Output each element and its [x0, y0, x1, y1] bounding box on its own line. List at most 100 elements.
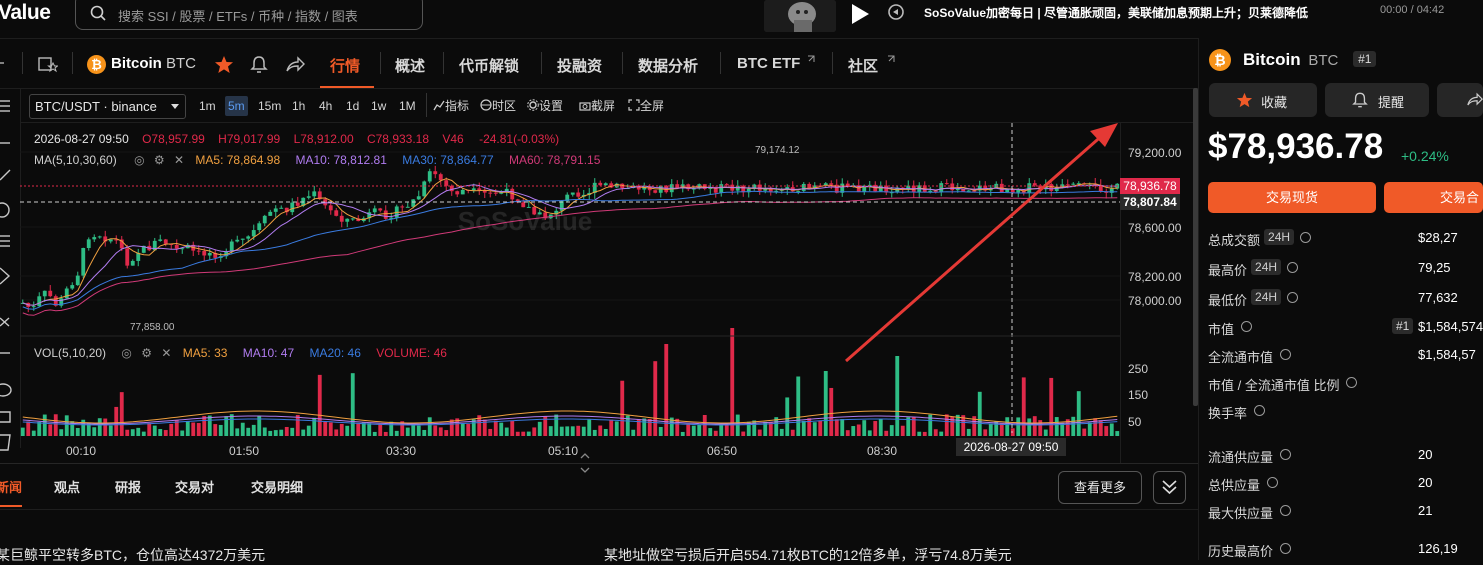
interval-5m[interactable]: 5m — [225, 96, 248, 116]
tab-trades[interactable]: 交易明细 — [251, 477, 303, 496]
news-item[interactable]: 某地址做空亏损后开启554.71枚BTC的12倍多单，浮亏74.8万美元 — [604, 545, 1012, 565]
stat-meta: 24H — [1248, 259, 1299, 275]
info-icon[interactable] — [1254, 405, 1266, 417]
indicator-button[interactable]: 指标 — [430, 96, 472, 116]
news-item[interactable]: 某巨鲸平空转多BTC，仓位高达4372万美元 — [0, 545, 265, 565]
volume-bar — [334, 429, 339, 436]
info-icon[interactable] — [1287, 262, 1299, 274]
expand-button[interactable] — [1153, 471, 1186, 504]
alert-button[interactable]: 提醒 — [1325, 83, 1429, 117]
bell-icon[interactable] — [250, 55, 268, 74]
search-input[interactable]: 搜索 SSI / 股票 / ETFs / 币种 / 指数 / 图表 — [75, 0, 423, 30]
trade-spot-button[interactable]: 交易现货 — [1208, 182, 1376, 213]
stat-meta — [1235, 318, 1253, 333]
interval-15m[interactable]: 15m — [255, 96, 284, 116]
info-icon[interactable] — [1280, 349, 1292, 361]
volume-bar — [999, 423, 1004, 436]
share-button[interactable] — [1437, 83, 1483, 117]
interval-1m[interactable]: 1m — [196, 96, 219, 116]
volume-bar — [136, 427, 141, 436]
volume-bar — [609, 419, 614, 436]
price-chart[interactable]: SoSoValue 79,174.12 77,858.00 — [20, 123, 1120, 463]
gear-icon[interactable]: ⚙ — [141, 346, 152, 360]
eye-icon[interactable]: ◎ — [121, 346, 131, 360]
volume-bar — [31, 430, 36, 436]
drawing-tools-icons[interactable] — [0, 88, 20, 458]
podcast-thumbnail[interactable] — [764, 0, 836, 32]
candle-body — [455, 191, 460, 195]
info-icon[interactable] — [1280, 505, 1292, 517]
play-icon[interactable] — [849, 2, 871, 26]
fullscreen-button[interactable]: 全屏 — [625, 96, 667, 116]
screenshot-button[interactable]: 截屏 — [576, 96, 618, 116]
info-icon[interactable] — [1241, 321, 1253, 333]
tab-token-unlock[interactable]: 代币解锁 — [459, 55, 519, 76]
volume-bar — [185, 421, 190, 436]
info-icon[interactable] — [1300, 232, 1312, 244]
price-axis[interactable] — [1120, 123, 1193, 463]
pair-selector[interactable]: BTC/USDT · binance — [29, 94, 186, 119]
info-icon[interactable] — [1346, 377, 1358, 389]
volume-bar — [631, 429, 636, 436]
tab-news[interactable]: 新闻 — [0, 477, 22, 496]
tab-btc-etf[interactable]: BTC ETF — [737, 55, 800, 72]
volume-bar — [471, 419, 476, 436]
volume-bar — [356, 423, 361, 436]
period-badge[interactable]: 24H — [1251, 259, 1282, 275]
stat-value: $28,27 — [1418, 230, 1458, 245]
replay-icon[interactable] — [887, 3, 905, 21]
tab-overview[interactable]: 概述 — [395, 55, 425, 76]
info-icon[interactable] — [1287, 292, 1299, 304]
interval-1h[interactable]: 1h — [289, 96, 308, 116]
camera-icon — [579, 102, 591, 111]
close-icon[interactable]: ✕ — [161, 346, 171, 360]
volume-bar — [306, 425, 311, 436]
tab-community[interactable]: 社区 — [848, 55, 878, 76]
volume-bar — [405, 427, 410, 436]
tab-pairs[interactable]: 交易对 — [175, 477, 214, 496]
candle-body — [345, 218, 350, 222]
interval-1M[interactable]: 1M — [396, 96, 419, 116]
close-icon[interactable]: ✕ — [174, 153, 184, 167]
external-link-icon — [808, 55, 815, 62]
info-icon[interactable] — [1280, 449, 1292, 461]
menu-dash-icon[interactable] — [0, 58, 8, 68]
podcast-ticker[interactable]: SoSoValue加密每日 | 尽管通胀顽固，美联储加息预期上升；贝莱德降低 — [924, 4, 1339, 21]
favorite-button[interactable]: 收藏 — [1209, 83, 1317, 117]
stat-label: 历史最高价 — [1208, 544, 1274, 559]
time-tick: 03:30 — [386, 444, 417, 458]
tab-opinions[interactable]: 观点 — [54, 477, 80, 496]
star-icon[interactable] — [214, 55, 234, 74]
period-badge[interactable]: 24H — [1251, 289, 1282, 305]
interval-4h[interactable]: 4h — [316, 96, 335, 116]
info-icon[interactable] — [1267, 477, 1279, 489]
volume-bar — [301, 429, 306, 436]
volume-bar — [658, 426, 663, 436]
tab-data-analysis[interactable]: 数据分析 — [638, 55, 698, 76]
timezone-button[interactable]: 时区 — [477, 96, 519, 116]
volume-bar — [26, 421, 31, 436]
eye-icon[interactable]: ◎ — [134, 153, 144, 167]
site-logo[interactable]: Value — [0, 1, 51, 25]
view-more-button[interactable]: 查看更多 — [1058, 471, 1142, 504]
volume-bar — [114, 406, 119, 436]
ma-legend: MA(5,10,30,60) ◎ ⚙ ✕ MA5: 78,864.98 MA10… — [34, 153, 600, 167]
candle-body — [460, 189, 465, 195]
volume-bar — [499, 422, 504, 436]
volume-bar — [724, 424, 729, 436]
tab-research[interactable]: 研报 — [115, 477, 141, 496]
gear-icon[interactable]: ⚙ — [154, 153, 165, 167]
interval-1w[interactable]: 1w — [368, 96, 389, 116]
watchlist-add-icon[interactable] — [38, 55, 58, 73]
period-badge[interactable]: 24H — [1264, 229, 1295, 245]
stat-label: 换手率 — [1208, 406, 1248, 421]
trade-contract-button[interactable]: 交易合 — [1384, 182, 1483, 213]
volume-bar — [510, 420, 515, 436]
interval-1d[interactable]: 1d — [343, 96, 362, 116]
volume-bar — [64, 415, 69, 436]
share-icon[interactable] — [286, 56, 305, 73]
settings-button[interactable]: 设置 — [524, 96, 566, 116]
info-icon[interactable] — [1280, 543, 1292, 555]
tab-funding[interactable]: 投融资 — [557, 55, 602, 76]
tab-market[interactable]: 行情 — [330, 55, 360, 76]
